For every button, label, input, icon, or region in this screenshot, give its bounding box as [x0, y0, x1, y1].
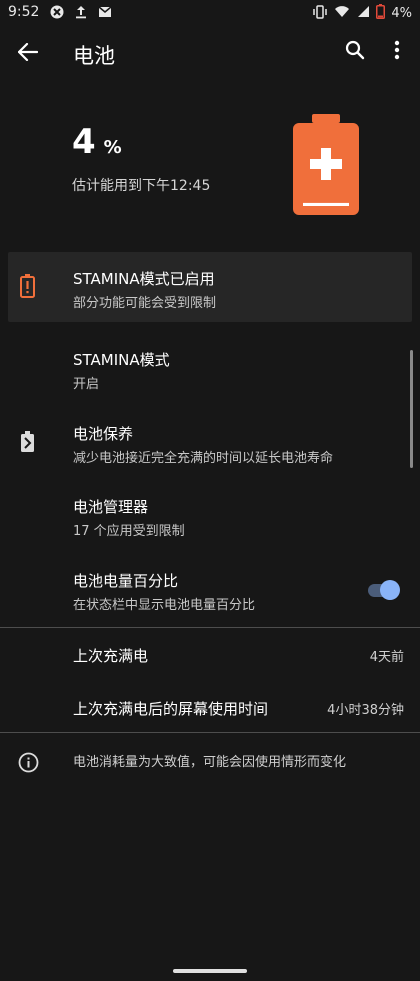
- toggle-thumb: [380, 580, 400, 600]
- scrollbar[interactable]: [410, 350, 413, 468]
- app-bar: 电池: [0, 30, 420, 78]
- battery-percentage-title: 电池电量百分比: [73, 572, 179, 590]
- screen-usage-value: 4小时38分钟: [327, 703, 404, 718]
- home-indicator[interactable]: [173, 969, 247, 973]
- battery-percent-unit: %: [103, 137, 122, 158]
- stamina-banner-subtitle: 部分功能可能会受到限制: [73, 296, 217, 311]
- status-battery-icon: [376, 4, 386, 23]
- more-vertical-icon: [394, 40, 400, 64]
- signal-icon: [356, 5, 370, 22]
- screen-usage-label: 上次充满电后的屏幕使用时间: [73, 700, 269, 718]
- last-full-charge-label: 上次充满电: [73, 647, 149, 665]
- last-full-charge-value: 4天前: [369, 650, 404, 665]
- battery-care-subtitle: 减少电池接近完全充满的时间以延长电池寿命: [73, 451, 334, 466]
- status-bar: 9:52 4%: [0, 0, 420, 26]
- status-system-icons: 4%: [312, 4, 412, 23]
- wifi-icon: [334, 5, 350, 22]
- battery-percentage-subtitle: 在状态栏中显示电池电量百分比: [73, 598, 256, 613]
- battery-care-item[interactable]: 电池保养 减少电池接近完全充满的时间以延长电池寿命: [73, 423, 333, 466]
- status-time: 9:52: [8, 4, 40, 20]
- battery-level-bar: [303, 202, 349, 206]
- back-button[interactable]: [12, 38, 44, 70]
- battery-percentage-item[interactable]: 电池电量百分比 在状态栏中显示电池电量百分比: [73, 570, 255, 613]
- status-notification-icons: [50, 5, 112, 23]
- stamina-mode-title: STAMINA模式: [73, 351, 170, 369]
- battery-manager-title: 电池管理器: [73, 498, 149, 516]
- divider: [0, 627, 420, 628]
- battery-percent-value: 4: [72, 122, 96, 162]
- battery-care-icon: [20, 431, 35, 457]
- more-options-button[interactable]: [381, 36, 413, 68]
- search-icon: [345, 40, 365, 64]
- app-notification-icon: [50, 5, 64, 23]
- battery-alert-icon: [20, 274, 35, 302]
- battery-charge-icon: [290, 112, 362, 218]
- search-button[interactable]: [339, 36, 371, 68]
- upload-icon: [74, 5, 88, 23]
- divider: [0, 732, 420, 733]
- battery-estimate: 估计能用到下午12:45: [72, 178, 211, 194]
- battery-care-title: 电池保养: [73, 425, 134, 443]
- battery-manager-item[interactable]: 电池管理器 17 个应用受到限制: [73, 496, 185, 539]
- battery-usage-note: 电池消耗量为大致值，可能会因使用情形而变化: [73, 755, 347, 770]
- mail-icon: [98, 6, 112, 22]
- stamina-banner[interactable]: STAMINA模式已启用 部分功能可能会受到限制: [8, 252, 412, 322]
- stamina-mode-subtitle: 开启: [73, 377, 100, 392]
- battery-percentage-toggle[interactable]: [366, 578, 402, 602]
- battery-manager-subtitle: 17 个应用受到限制: [73, 524, 185, 539]
- arrow-left-icon: [17, 42, 39, 65]
- vibrate-icon: [312, 4, 328, 23]
- page-title: 电池: [73, 44, 115, 68]
- info-icon: [18, 752, 39, 777]
- status-battery-percent: 4%: [391, 6, 412, 21]
- stamina-mode-item[interactable]: STAMINA模式 开启: [73, 349, 170, 392]
- stamina-banner-title: STAMINA模式已启用: [73, 270, 215, 288]
- battery-percent: 4%: [72, 122, 122, 162]
